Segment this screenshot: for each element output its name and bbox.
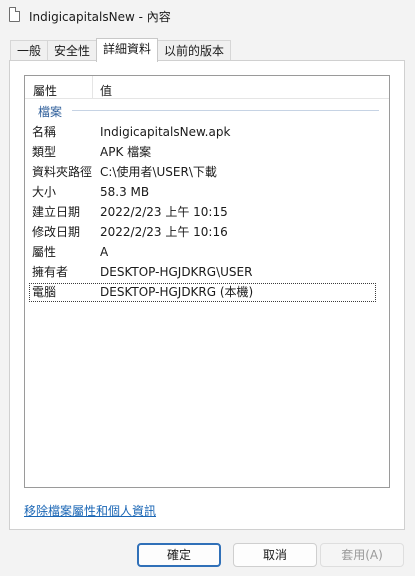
property-value: C:\使用者\USER\下載 bbox=[100, 165, 217, 179]
property-row-owner[interactable]: 擁有者 DESKTOP-HGJDKRG\USER bbox=[29, 263, 376, 282]
property-value: DESKTOP-HGJDKRG (本機) bbox=[100, 285, 254, 299]
group-header-file: 檔案 bbox=[25, 99, 389, 119]
column-header-value[interactable]: 值 bbox=[100, 82, 112, 99]
property-value: 2022/2/23 上午 10:15 bbox=[100, 205, 228, 219]
property-key: 電腦 bbox=[32, 285, 57, 299]
property-value: IndigicapitalsNew.apk bbox=[100, 125, 231, 139]
column-divider[interactable] bbox=[92, 76, 93, 98]
window-title: IndigicapitalsNew - 內容 bbox=[29, 10, 171, 24]
property-value: DESKTOP-HGJDKRG\USER bbox=[100, 265, 253, 279]
property-value: A bbox=[100, 245, 109, 259]
remove-properties-link[interactable]: 移除檔案屬性和個人資訊 bbox=[24, 502, 156, 519]
column-header-property[interactable]: 屬性 bbox=[33, 82, 57, 99]
property-key: 類型 bbox=[32, 145, 57, 159]
tab-general[interactable]: 一般 bbox=[10, 40, 49, 61]
details-panel: 屬性 值 檔案 名稱 IndigicapitalsNew.apk 類型 APK … bbox=[9, 60, 405, 530]
property-key: 修改日期 bbox=[32, 225, 81, 239]
list-header: 屬性 值 bbox=[25, 76, 389, 99]
property-row-folder-path[interactable]: 資料夾路徑 C:\使用者\USER\下載 bbox=[29, 163, 376, 182]
property-key: 屬性 bbox=[32, 245, 57, 259]
group-divider bbox=[72, 110, 379, 111]
tab-previous-versions[interactable]: 以前的版本 bbox=[157, 40, 232, 61]
property-key: 擁有者 bbox=[32, 265, 69, 279]
property-row-date-created[interactable]: 建立日期 2022/2/23 上午 10:15 bbox=[29, 203, 376, 222]
tab-details[interactable]: 詳細資料 bbox=[96, 38, 159, 62]
property-row-size[interactable]: 大小 58.3 MB bbox=[29, 183, 376, 202]
property-value: APK 檔案 bbox=[100, 145, 152, 159]
ok-button[interactable]: 確定 bbox=[137, 543, 221, 567]
property-value: 58.3 MB bbox=[100, 185, 150, 199]
property-row-type[interactable]: 類型 APK 檔案 bbox=[29, 143, 376, 162]
dialog-buttons: 確定 取消 套用(A) bbox=[0, 543, 415, 567]
file-icon bbox=[9, 7, 20, 22]
property-value: 2022/2/23 上午 10:16 bbox=[100, 225, 228, 239]
title-bar: IndigicapitalsNew - 內容 bbox=[0, 0, 415, 31]
property-key: 名稱 bbox=[32, 125, 57, 139]
property-row-attributes[interactable]: 屬性 A bbox=[29, 243, 376, 262]
tab-security[interactable]: 安全性 bbox=[47, 40, 98, 61]
property-row-date-modified[interactable]: 修改日期 2022/2/23 上午 10:16 bbox=[29, 223, 376, 242]
group-label: 檔案 bbox=[38, 105, 63, 119]
property-list[interactable]: 屬性 值 檔案 名稱 IndigicapitalsNew.apk 類型 APK … bbox=[24, 75, 390, 488]
cancel-button[interactable]: 取消 bbox=[233, 543, 317, 567]
property-row-computer[interactable]: 電腦 DESKTOP-HGJDKRG (本機) bbox=[29, 283, 376, 302]
property-row-name[interactable]: 名稱 IndigicapitalsNew.apk bbox=[29, 123, 376, 142]
property-key: 大小 bbox=[32, 185, 57, 199]
property-key: 建立日期 bbox=[32, 205, 81, 219]
tab-strip: 一般 安全性 詳細資料 以前的版本 bbox=[10, 38, 232, 62]
property-key: 資料夾路徑 bbox=[32, 165, 93, 179]
apply-button[interactable]: 套用(A) bbox=[320, 543, 404, 567]
